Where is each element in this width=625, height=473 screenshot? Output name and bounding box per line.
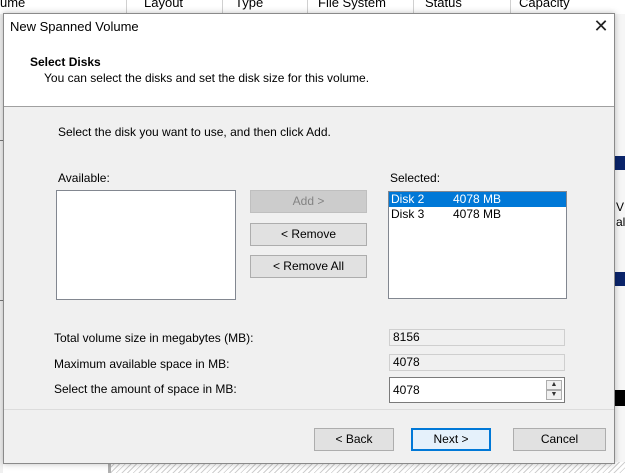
list-item-disk-2[interactable]: Disk 2 4078 MB [389,192,566,207]
header-title: Select Disks [30,55,101,69]
disk-size: 4078 MB [453,207,502,221]
background-unallocated-bar [614,390,625,406]
wizard-body: Select the disk you want to use, and the… [4,107,614,409]
bg-col-divider [126,0,127,14]
spin-up-icon[interactable]: ▲ [546,380,562,390]
bg-col-divider [222,0,223,14]
bg-col-filesystem[interactable]: File System [318,0,386,10]
close-icon[interactable]: ✕ [588,14,614,41]
background-disk-bar [614,156,625,170]
remove-all-button[interactable]: < Remove All [250,255,367,278]
bg-col-divider [413,0,414,14]
bg-col-status[interactable]: Status [425,0,462,10]
header-subtitle: You can select the disks and set the dis… [44,71,370,85]
disk-name: Disk 2 [391,192,425,206]
cancel-button[interactable]: Cancel [513,428,606,451]
spin-down-icon[interactable]: ▼ [546,390,562,400]
background-disk-bar [614,272,625,286]
disk-size: 4078 MB [453,192,502,206]
max-space-label: Maximum available space in MB: [54,357,230,371]
bg-col-layout[interactable]: Layout [144,0,183,10]
instruction-text: Select the disk you want to use, and the… [58,125,331,139]
available-label: Available: [58,171,110,185]
total-size-label: Total volume size in megabytes (MB): [54,331,254,345]
selected-label: Selected: [390,171,441,185]
available-disks-list[interactable] [56,190,236,300]
list-item-disk-3[interactable]: Disk 3 4078 MB [389,207,566,222]
amount-value[interactable]: 4078 [393,383,420,397]
dialog-titlebar[interactable]: New Spanned Volume ✕ [4,14,614,41]
bg-col-capacity[interactable]: Capacity [519,0,570,10]
amount-label: Select the amount of space in MB: [54,382,237,396]
wizard-footer: < Back Next > Cancel [4,410,614,463]
selected-disks-list[interactable]: Disk 2 4078 MB Disk 3 4078 MB [388,191,567,299]
bg-col-volume[interactable]: ume [0,0,25,10]
back-button[interactable]: < Back [314,428,394,451]
total-size-field: 8156 [389,329,565,346]
wizard-header: Select Disks You can select the disks an… [4,41,614,106]
new-spanned-volume-dialog: New Spanned Volume ✕ Select Disks You ca… [3,13,615,464]
bg-col-divider [510,0,511,14]
amount-spinbox[interactable]: 4078 ▲ ▼ [389,377,565,403]
background-volume-text: al [616,215,625,229]
remove-button[interactable]: < Remove [250,223,367,246]
next-button[interactable]: Next > [411,428,491,451]
bg-col-type[interactable]: Type [235,0,263,10]
dialog-title: New Spanned Volume [10,19,139,34]
disk-name: Disk 3 [391,207,425,221]
add-button[interactable]: Add > [250,190,367,213]
max-space-field: 4078 [389,354,565,371]
bg-col-divider [307,0,308,14]
background-volume-letter: V [616,200,625,214]
